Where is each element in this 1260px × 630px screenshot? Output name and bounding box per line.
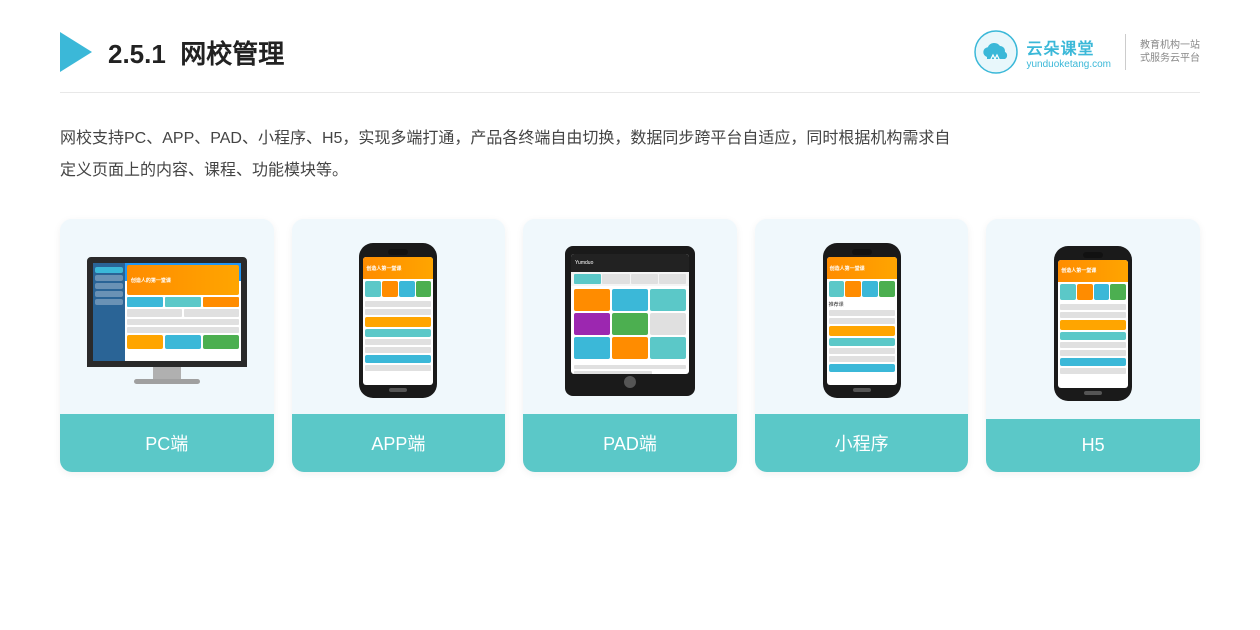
card-h5-image: 创造人第一堂课	[986, 219, 1200, 419]
tablet-header-text: Yumduo	[575, 260, 593, 266]
phone-mini-screen: 创造人第一堂课 推荐课	[827, 257, 897, 385]
brand-container: 云朵课堂 yunduoketang.com 教育机构一站 式服务云平台	[974, 30, 1200, 74]
tablet-home-button	[624, 376, 636, 388]
brand-url: yunduoketang.com	[1026, 59, 1111, 70]
card-h5-label: H5	[986, 419, 1200, 472]
page-wrapper: 2.5.1 网校管理 云朵课堂 yunduoketang.com 教育机构一站 …	[0, 0, 1260, 630]
card-app: 创造人第一堂课	[292, 219, 506, 472]
card-pc: 创造人的第一堂课	[60, 219, 274, 472]
tablet-header-bar: Yumduo	[571, 254, 689, 272]
tablet-nav	[571, 272, 689, 286]
tablet-grid-item-2	[612, 289, 648, 311]
brand-name: 云朵课堂	[1026, 35, 1111, 59]
phone-h5-notch	[1083, 252, 1103, 258]
tablet-grid-item-1	[574, 289, 610, 311]
tablet-nav-item-2	[631, 274, 658, 284]
tablet-nav-item-1	[602, 274, 629, 284]
header: 2.5.1 网校管理 云朵课堂 yunduoketang.com 教育机构一站 …	[60, 30, 1200, 93]
tablet-grid-item-5	[612, 313, 648, 335]
phone-notch	[388, 249, 408, 255]
phone-miniprogram-icon: 创造人第一堂课 推荐课	[823, 243, 901, 398]
card-pad-label: PAD端	[523, 414, 737, 472]
tablet-screen: Yumduo	[571, 254, 689, 374]
logo-triangle-icon	[60, 32, 92, 72]
card-pad: Yumduo	[523, 219, 737, 472]
cloud-icon	[974, 30, 1018, 74]
tablet-nav-item-active	[574, 274, 601, 284]
pc-monitor-icon: 创造人的第一堂课	[87, 257, 247, 384]
page-title: 2.5.1 网校管理	[108, 34, 284, 71]
brand-slogan-block: 教育机构一站 式服务云平台	[1140, 39, 1200, 65]
tablet-grid-item-7	[574, 337, 610, 359]
header-left: 2.5.1 网校管理	[60, 32, 284, 72]
phone-h5-screen: 创造人第一堂课	[1058, 260, 1128, 388]
tablet-grid-item-9	[650, 337, 686, 359]
tablet-nav-item-3	[659, 274, 686, 284]
tablet-grid-item-4	[574, 313, 610, 335]
description-text: 网校支持PC、APP、PAD、小程序、H5，实现多端打通，产品各终端自由切换，数…	[60, 123, 960, 187]
phone-app-icon: 创造人第一堂课	[359, 243, 437, 398]
section-number: 2.5.1	[108, 39, 166, 69]
tablet-grid-item-3	[650, 289, 686, 311]
brand-slogan-line1: 教育机构一站	[1140, 39, 1200, 52]
card-h5: 创造人第一堂课	[986, 219, 1200, 472]
phone-mini-notch	[852, 249, 872, 255]
brand-slogan-line2: 式服务云平台	[1140, 52, 1200, 65]
tablet-grid-item-6	[650, 313, 686, 335]
brand-text-block: 云朵课堂 yunduoketang.com	[1026, 35, 1111, 70]
card-app-image: 创造人第一堂课	[292, 219, 506, 414]
tablet-pad-icon: Yumduo	[565, 246, 695, 396]
card-miniprogram-label: 小程序	[755, 414, 969, 472]
card-miniprogram: 创造人第一堂课 推荐课	[755, 219, 969, 472]
cards-grid: 创造人的第一堂课	[60, 219, 1200, 472]
phone-h5-icon: 创造人第一堂课	[1054, 246, 1132, 401]
tablet-content-grid	[571, 286, 689, 362]
phone-screen: 创造人第一堂课	[363, 257, 433, 385]
card-pad-image: Yumduo	[523, 219, 737, 414]
card-miniprogram-image: 创造人第一堂课 推荐课	[755, 219, 969, 414]
header-divider	[1125, 34, 1126, 70]
tablet-grid-item-8	[612, 337, 648, 359]
card-app-label: APP端	[292, 414, 506, 472]
card-pc-label: PC端	[60, 414, 274, 472]
card-pc-image: 创造人的第一堂课	[60, 219, 274, 414]
section-title: 网校管理	[180, 39, 284, 69]
